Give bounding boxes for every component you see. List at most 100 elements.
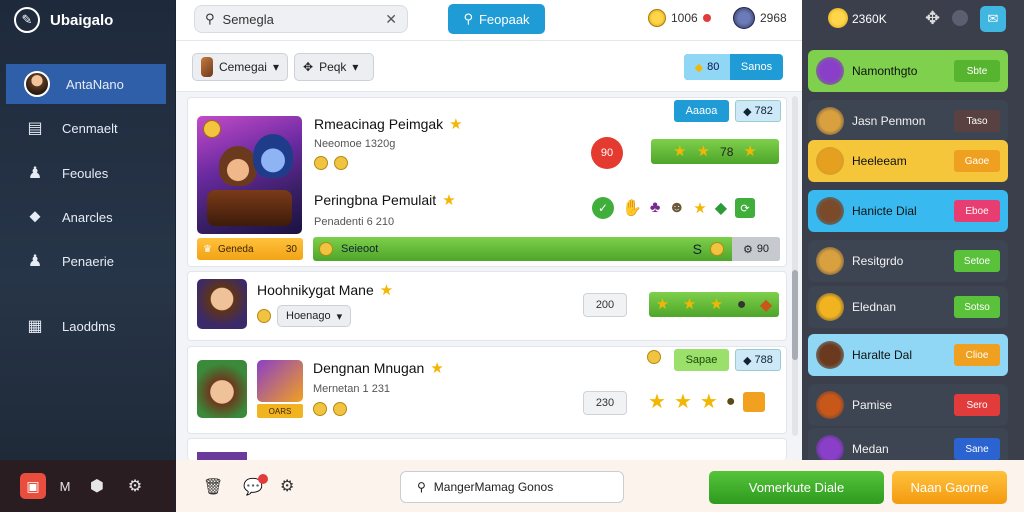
item-button[interactable]: Clioe — [954, 344, 1000, 366]
bottom-search-input[interactable]: ⚲ MangerMamag Gonos — [400, 471, 624, 503]
right-panel-item[interactable]: Elednan Sotso — [808, 286, 1008, 328]
diamond-icon: ◆ — [743, 105, 752, 118]
progress-right-label: S — [692, 241, 702, 257]
card-subtitle: Mernetan 1 231 — [313, 383, 391, 395]
item-button[interactable]: Eboe — [954, 200, 1000, 222]
game-thumbnail[interactable] — [197, 360, 247, 418]
card-dropdown[interactable]: Hoenago ▾ — [277, 305, 351, 327]
bomb-icon: ● — [725, 393, 736, 410]
item-button[interactable]: Sbte — [954, 60, 1000, 82]
gear-icon[interactable]: ⚙ — [280, 476, 294, 496]
game-thumbnail[interactable] — [197, 452, 247, 460]
item-text: Pamise — [852, 398, 946, 412]
bomb-icon: ● — [736, 295, 747, 313]
sidebar-item-cenmaelt[interactable]: ▤ Cenmaelt — [6, 108, 166, 148]
item-label: Resitgrdo — [852, 254, 904, 268]
item-button[interactable]: Sero — [954, 394, 1000, 416]
app-icon[interactable]: ▣ — [20, 473, 46, 499]
right-panel-item[interactable]: Pamise Sero — [808, 384, 1008, 426]
coin-count: 2360K — [852, 12, 887, 26]
card-tag[interactable]: ♛ Geneda 30 — [197, 238, 303, 260]
refresh-icon[interactable]: ⟳ — [735, 198, 756, 218]
count-pill: 200 — [583, 293, 627, 317]
sidebar-item-feoules[interactable]: ♟ Feoules — [6, 153, 166, 193]
sidebar-item-anarcles[interactable]: ⬥ Anarcles — [6, 197, 166, 237]
sidebar-item-laoddms[interactable]: ▦ Laoddms — [6, 306, 166, 346]
sidebar-item-antanano[interactable]: AntaNano — [6, 64, 166, 104]
settings-icon[interactable] — [952, 10, 968, 26]
star-icon: ★ — [673, 391, 692, 413]
tag-pill[interactable]: ◆ 782 — [735, 100, 781, 122]
stat-value: 2968 — [760, 11, 787, 25]
item-button[interactable]: Sotso — [954, 296, 1000, 318]
filter-dropdown-1[interactable]: Cemegai ▾ — [192, 53, 288, 81]
notification-badge — [258, 474, 268, 484]
dropdown-label: Cemegai — [218, 60, 267, 74]
gear-icon[interactable]: ⚙ — [122, 476, 148, 496]
card-title: Hoohnikygat Mane ★ — [257, 282, 393, 298]
game-card-4[interactable] — [187, 438, 787, 460]
right-panel-item[interactable]: Heeleeam Gaoe — [808, 140, 1008, 182]
check-icon[interactable]: ✓ — [592, 197, 614, 219]
notification-badge — [702, 14, 711, 22]
right-panel-item[interactable]: Hanicte Dial Eboe — [808, 190, 1008, 232]
coin-icon — [319, 242, 333, 256]
item-button[interactable]: Setoe — [954, 250, 1000, 272]
right-panel-item[interactable]: Jasn Penmon Taso — [808, 100, 1008, 142]
stat-value: 1006 — [671, 11, 698, 25]
chevron-down-icon: ▾ — [352, 60, 359, 74]
shield-icon[interactable]: ⬢ — [84, 476, 110, 496]
search-icon: ⚲ — [417, 480, 426, 494]
gear-icon: ⚙ — [742, 243, 753, 256]
item-button[interactable]: Sane — [954, 438, 1000, 460]
tag-pill[interactable]: ◆ 788 — [735, 349, 781, 371]
secondary-action-button[interactable]: Naan Gaorne — [892, 471, 1007, 504]
item-label: Hanicte Dial — [852, 204, 917, 218]
trash-icon[interactable]: 🗑 — [203, 477, 223, 497]
status-tag[interactable]: Sapae — [674, 349, 729, 371]
scrollbar-thumb[interactable] — [792, 270, 798, 360]
primary-action-button[interactable]: Vomerkute Diale — [709, 471, 884, 504]
sidebar-item-label: Cenmaelt — [62, 120, 118, 136]
game-thumbnail[interactable] — [197, 116, 302, 234]
avatar-icon — [24, 71, 50, 97]
right-panel-item[interactable]: Namonthgto Sbte — [808, 50, 1008, 92]
reward-bar: ★ ★ ★ ● ◆ — [649, 292, 779, 317]
card-title-text: Hoohnikygat Mane — [257, 282, 374, 298]
star-icon: ★ — [699, 391, 718, 413]
star-icon: ★ — [693, 199, 707, 217]
star-icon: ★ — [379, 281, 394, 299]
progress-label: Seieoot — [341, 243, 379, 255]
action-button[interactable]: Aaaoa — [674, 100, 729, 122]
count-pill: 230 — [583, 391, 627, 415]
item-button[interactable]: Gaoe — [954, 150, 1000, 172]
right-panel-item[interactable]: Haralte Dal Clioe — [808, 334, 1008, 376]
close-icon[interactable]: ✕ — [385, 11, 397, 28]
coin-icon — [710, 242, 724, 256]
game-logo-thumbnail[interactable] — [257, 360, 303, 402]
coin-icon — [257, 309, 271, 323]
scrollbar-track[interactable] — [792, 96, 798, 436]
item-label: Jasn Penmon — [852, 114, 926, 128]
sidebar-item-penaerie[interactable]: ♟ Penaerie — [6, 241, 166, 281]
item-text: Elednan — [852, 300, 946, 314]
search-button[interactable]: ⚲ Feopaak — [448, 4, 545, 34]
search-input[interactable]: ⚲ Semegla ✕ — [194, 5, 408, 33]
item-button[interactable]: Taso — [954, 110, 1000, 132]
sidebar-item-label: Anarcles — [62, 209, 113, 225]
inbox-icon[interactable]: ✉ — [980, 6, 1006, 32]
character-body — [207, 190, 292, 226]
item-label: Haralte Dal — [852, 348, 913, 362]
right-panel-item[interactable]: Resitgrdo Setoe — [808, 240, 1008, 282]
tag-filter[interactable]: ◆ 80 Sanos — [684, 54, 783, 80]
star-icon: ★ — [430, 359, 444, 377]
game-thumbnail[interactable] — [197, 279, 247, 329]
filter-dropdown-2[interactable]: ✥ Peqk ▾ — [294, 53, 374, 81]
coin-icon — [314, 156, 328, 170]
puzzle-icon[interactable]: ✥ — [925, 8, 940, 29]
coin-icon — [648, 9, 666, 27]
avatar-icon[interactable] — [733, 7, 755, 29]
sidebar-footer: ▣ M ⬢ ⚙ — [0, 460, 175, 512]
card-title-text: Rmeacinag Peimgak — [314, 116, 444, 132]
character-icon — [219, 146, 257, 186]
